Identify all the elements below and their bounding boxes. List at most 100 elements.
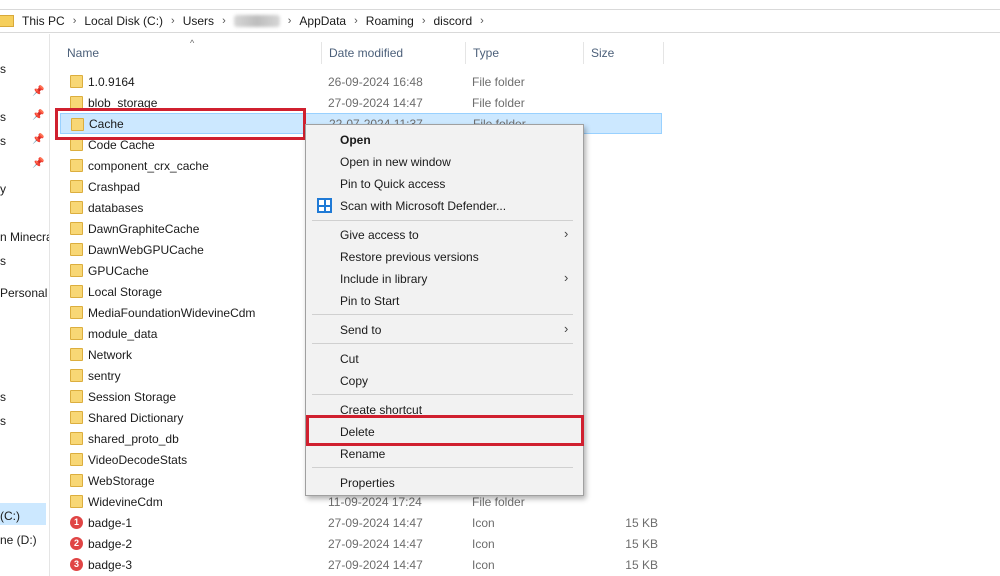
menu-item-rename[interactable]: Rename <box>340 447 385 461</box>
menu-item-include-library[interactable]: Include in library <box>340 272 427 286</box>
menu-item-pin-start[interactable]: Pin to Start <box>340 294 399 308</box>
folder-icon <box>70 96 83 109</box>
nav-item[interactable]: n Minecra <box>0 230 49 244</box>
file-name: MediaFoundationWidevineCdm <box>88 305 256 320</box>
file-date-modified: 27-09-2024 14:47 <box>328 95 423 110</box>
file-name: module_data <box>88 326 158 341</box>
nav-item[interactable]: s <box>0 110 6 124</box>
chevron-right-icon[interactable]: › <box>354 15 358 27</box>
nav-item[interactable]: Personal <box>0 286 47 300</box>
menu-separator <box>312 467 573 468</box>
file-name: Session Storage <box>88 389 177 404</box>
file-row[interactable]: 3 badge-3 27-09-2024 14:47 Icon 15 KB <box>60 554 670 575</box>
menu-item-open-new-window[interactable]: Open in new window <box>340 155 451 169</box>
nav-item[interactable]: s <box>0 62 6 76</box>
nav-item[interactable]: s <box>0 254 6 268</box>
chevron-right-icon: › <box>564 270 569 285</box>
menu-item-pin-quick-access[interactable]: Pin to Quick access <box>340 177 445 191</box>
menu-item-create-shortcut[interactable]: Create shortcut <box>340 403 422 417</box>
file-row[interactable]: 1.0.9164 26-09-2024 16:48 File folder <box>60 71 670 92</box>
column-headers: Name Date modified Type Size <box>60 42 664 64</box>
menu-item-give-access[interactable]: Give access to <box>340 228 419 242</box>
breadcrumb: This PC › Local Disk (C:) › Users › › Ap… <box>22 14 492 28</box>
file-date-modified: 26-09-2024 16:48 <box>328 74 423 89</box>
file-name: sentry <box>88 368 121 383</box>
chevron-right-icon[interactable]: › <box>480 15 484 27</box>
file-row[interactable]: 1 badge-1 27-09-2024 14:47 Icon 15 KB <box>60 512 670 533</box>
column-header-date[interactable]: Date modified <box>322 42 466 64</box>
folder-icon <box>70 159 83 172</box>
menu-item-scan-defender[interactable]: Scan with Microsoft Defender... <box>340 199 506 213</box>
file-name: badge-2 <box>88 536 133 551</box>
address-bar[interactable]: This PC › Local Disk (C:) › Users › › Ap… <box>0 9 1000 33</box>
file-name: Code Cache <box>88 137 155 152</box>
pin-icon: 📌 <box>32 86 45 97</box>
file-name: shared_proto_db <box>88 431 179 446</box>
file-name: Cache <box>89 116 124 131</box>
file-type: File folder <box>472 74 525 89</box>
file-name: GPUCache <box>88 263 149 278</box>
nav-item[interactable]: s <box>0 390 6 404</box>
file-name: Shared Dictionary <box>88 410 184 425</box>
menu-item-properties[interactable]: Properties <box>340 476 395 490</box>
folder-icon <box>70 285 83 298</box>
folder-icon <box>70 180 83 193</box>
badge-file-icon: 1 <box>70 516 83 529</box>
folder-icon <box>70 432 83 445</box>
folder-icon <box>70 474 83 487</box>
file-name: WebStorage <box>88 473 155 488</box>
file-type: Icon <box>472 536 495 551</box>
crumb-roaming[interactable]: Roaming <box>366 14 414 28</box>
file-size: 15 KB <box>625 536 658 551</box>
file-row[interactable]: 2 badge-2 27-09-2024 14:47 Icon 15 KB <box>60 533 670 554</box>
folder-icon <box>70 495 83 508</box>
chevron-right-icon[interactable]: › <box>73 15 77 27</box>
crumb-this-pc[interactable]: This PC <box>22 14 65 28</box>
file-type: Icon <box>472 515 495 530</box>
column-header-size[interactable]: Size <box>584 42 664 64</box>
menu-item-delete[interactable]: Delete <box>340 425 375 439</box>
folder-icon <box>70 411 83 424</box>
menu-separator <box>312 314 573 315</box>
chevron-right-icon[interactable]: › <box>288 15 292 27</box>
menu-separator <box>312 220 573 221</box>
file-row[interactable]: blob_storage 27-09-2024 14:47 File folder <box>60 92 670 113</box>
pin-icon: 📌 <box>32 110 45 121</box>
crumb-username-redacted[interactable] <box>233 15 280 27</box>
file-name: WidevineCdm <box>88 494 163 509</box>
file-name: badge-1 <box>88 515 133 530</box>
file-size: 15 KB <box>625 557 658 572</box>
menu-item-copy[interactable]: Copy <box>340 374 368 388</box>
menu-separator <box>312 343 573 344</box>
menu-item-open[interactable]: Open <box>340 133 371 147</box>
folder-icon <box>70 201 83 214</box>
chevron-right-icon: › <box>564 321 569 336</box>
folder-icon <box>70 327 83 340</box>
file-name: blob_storage <box>88 95 158 110</box>
folder-icon <box>70 306 83 319</box>
menu-item-send-to[interactable]: Send to <box>340 323 381 337</box>
file-type: Icon <box>472 557 495 572</box>
crumb-discord[interactable]: discord <box>433 14 472 28</box>
folder-icon <box>70 369 83 382</box>
crumb-users[interactable]: Users <box>183 14 214 28</box>
menu-item-cut[interactable]: Cut <box>340 352 359 366</box>
chevron-right-icon[interactable]: › <box>171 15 175 27</box>
menu-item-restore-versions[interactable]: Restore previous versions <box>340 250 479 264</box>
file-date-modified: 27-09-2024 14:47 <box>328 515 423 530</box>
chevron-right-icon[interactable]: › <box>422 15 426 27</box>
nav-item[interactable]: s <box>0 414 6 428</box>
column-header-type[interactable]: Type <box>466 42 584 64</box>
menu-separator <box>312 394 573 395</box>
nav-item-d-drive[interactable]: ne (D:) <box>0 533 37 547</box>
crumb-appdata[interactable]: AppData <box>299 14 346 28</box>
nav-item[interactable]: s <box>0 134 6 148</box>
column-header-name[interactable]: Name <box>60 42 322 64</box>
nav-item[interactable]: y <box>0 182 6 196</box>
file-name: Crashpad <box>88 179 141 194</box>
folder-icon <box>0 15 14 27</box>
crumb-local-disk[interactable]: Local Disk (C:) <box>84 14 163 28</box>
chevron-right-icon[interactable]: › <box>222 15 226 27</box>
nav-item-local-disk[interactable]: (C:) <box>0 509 20 523</box>
badge-file-icon: 3 <box>70 558 83 571</box>
